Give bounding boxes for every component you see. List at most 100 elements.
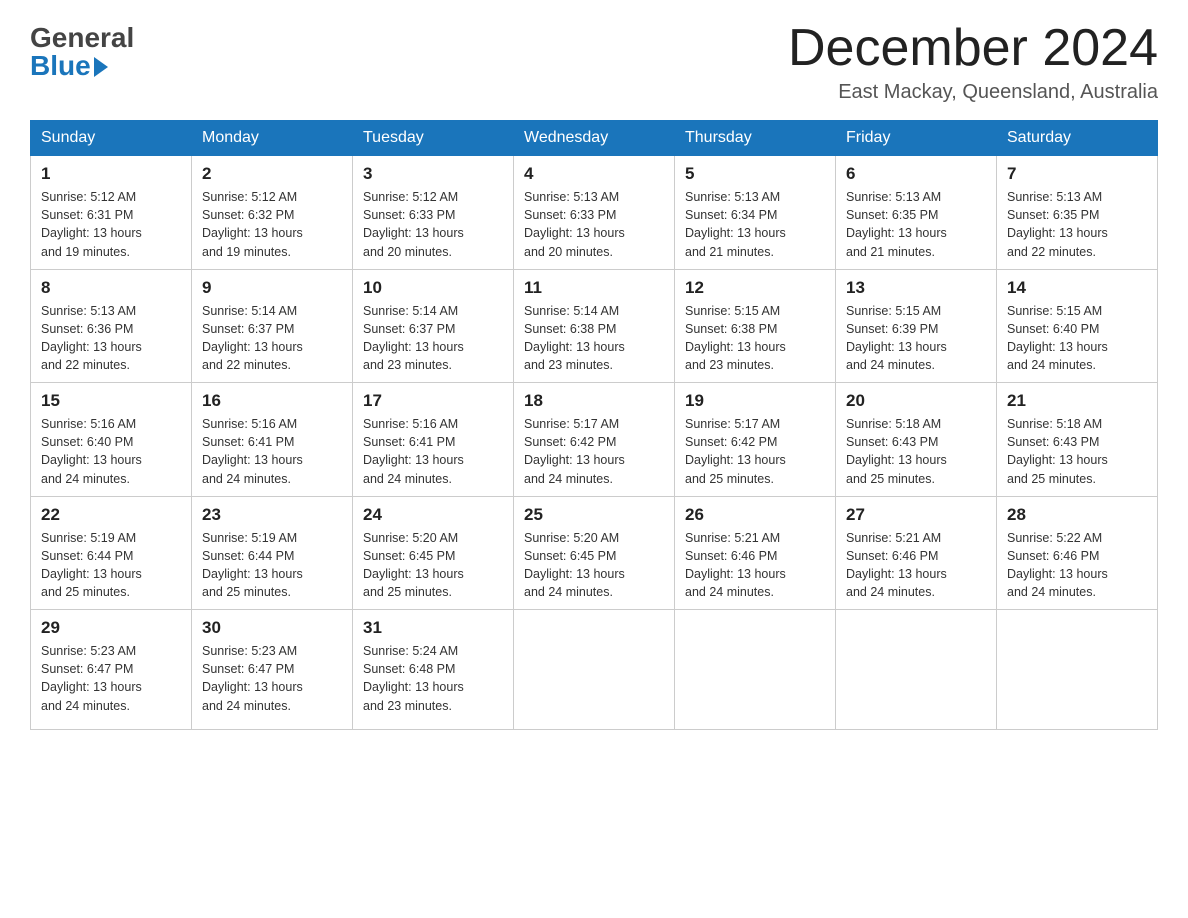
day-info: Sunrise: 5:12 AMSunset: 6:33 PMDaylight:…: [363, 190, 464, 258]
calendar-day-cell: 5 Sunrise: 5:13 AMSunset: 6:34 PMDayligh…: [675, 156, 836, 270]
day-info: Sunrise: 5:22 AMSunset: 6:46 PMDaylight:…: [1007, 531, 1108, 599]
calendar-day-cell: 10 Sunrise: 5:14 AMSunset: 6:37 PMDaylig…: [353, 269, 514, 383]
calendar-day-cell: 11 Sunrise: 5:14 AMSunset: 6:38 PMDaylig…: [514, 269, 675, 383]
empty-cell: [997, 610, 1158, 730]
day-number: 10: [363, 278, 503, 298]
calendar-day-cell: 12 Sunrise: 5:15 AMSunset: 6:38 PMDaylig…: [675, 269, 836, 383]
calendar-day-cell: 29 Sunrise: 5:23 AMSunset: 6:47 PMDaylig…: [31, 610, 192, 730]
day-info: Sunrise: 5:17 AMSunset: 6:42 PMDaylight:…: [524, 417, 625, 485]
day-info: Sunrise: 5:16 AMSunset: 6:41 PMDaylight:…: [202, 417, 303, 485]
calendar-week-row: 29 Sunrise: 5:23 AMSunset: 6:47 PMDaylig…: [31, 610, 1158, 730]
day-number: 24: [363, 505, 503, 525]
day-info: Sunrise: 5:13 AMSunset: 6:34 PMDaylight:…: [685, 190, 786, 258]
day-number: 27: [846, 505, 986, 525]
calendar-day-cell: 7 Sunrise: 5:13 AMSunset: 6:35 PMDayligh…: [997, 156, 1158, 270]
month-title: December 2024: [788, 20, 1158, 77]
empty-cell: [514, 610, 675, 730]
day-number: 2: [202, 164, 342, 184]
calendar-day-cell: 23 Sunrise: 5:19 AMSunset: 6:44 PMDaylig…: [192, 496, 353, 610]
day-number: 13: [846, 278, 986, 298]
day-info: Sunrise: 5:15 AMSunset: 6:38 PMDaylight:…: [685, 304, 786, 372]
day-number: 28: [1007, 505, 1147, 525]
calendar-day-cell: 2 Sunrise: 5:12 AMSunset: 6:32 PMDayligh…: [192, 156, 353, 270]
day-info: Sunrise: 5:20 AMSunset: 6:45 PMDaylight:…: [524, 531, 625, 599]
day-info: Sunrise: 5:15 AMSunset: 6:40 PMDaylight:…: [1007, 304, 1108, 372]
day-number: 18: [524, 391, 664, 411]
weekday-header-tuesday: Tuesday: [353, 121, 514, 156]
day-number: 14: [1007, 278, 1147, 298]
day-number: 25: [524, 505, 664, 525]
day-info: Sunrise: 5:23 AMSunset: 6:47 PMDaylight:…: [202, 644, 303, 712]
logo-blue: Blue: [30, 52, 91, 80]
weekday-header-sunday: Sunday: [31, 121, 192, 156]
calendar-day-cell: 1 Sunrise: 5:12 AMSunset: 6:31 PMDayligh…: [31, 156, 192, 270]
calendar-day-cell: 17 Sunrise: 5:16 AMSunset: 6:41 PMDaylig…: [353, 383, 514, 497]
logo-arrow-icon: [94, 57, 108, 77]
day-number: 19: [685, 391, 825, 411]
weekday-header-friday: Friday: [836, 121, 997, 156]
day-info: Sunrise: 5:18 AMSunset: 6:43 PMDaylight:…: [846, 417, 947, 485]
calendar-day-cell: 27 Sunrise: 5:21 AMSunset: 6:46 PMDaylig…: [836, 496, 997, 610]
logo-general: General: [30, 24, 134, 52]
day-number: 8: [41, 278, 181, 298]
calendar-week-row: 15 Sunrise: 5:16 AMSunset: 6:40 PMDaylig…: [31, 383, 1158, 497]
calendar-day-cell: 24 Sunrise: 5:20 AMSunset: 6:45 PMDaylig…: [353, 496, 514, 610]
empty-cell: [675, 610, 836, 730]
day-number: 21: [1007, 391, 1147, 411]
calendar-week-row: 1 Sunrise: 5:12 AMSunset: 6:31 PMDayligh…: [31, 156, 1158, 270]
day-number: 31: [363, 618, 503, 638]
day-number: 22: [41, 505, 181, 525]
day-number: 16: [202, 391, 342, 411]
weekday-header-row: SundayMondayTuesdayWednesdayThursdayFrid…: [31, 121, 1158, 156]
day-number: 11: [524, 278, 664, 298]
day-number: 7: [1007, 164, 1147, 184]
day-info: Sunrise: 5:13 AMSunset: 6:35 PMDaylight:…: [1007, 190, 1108, 258]
day-number: 12: [685, 278, 825, 298]
calendar-day-cell: 6 Sunrise: 5:13 AMSunset: 6:35 PMDayligh…: [836, 156, 997, 270]
day-number: 29: [41, 618, 181, 638]
day-info: Sunrise: 5:16 AMSunset: 6:40 PMDaylight:…: [41, 417, 142, 485]
calendar-day-cell: 30 Sunrise: 5:23 AMSunset: 6:47 PMDaylig…: [192, 610, 353, 730]
day-info: Sunrise: 5:23 AMSunset: 6:47 PMDaylight:…: [41, 644, 142, 712]
calendar-day-cell: 16 Sunrise: 5:16 AMSunset: 6:41 PMDaylig…: [192, 383, 353, 497]
day-info: Sunrise: 5:21 AMSunset: 6:46 PMDaylight:…: [846, 531, 947, 599]
weekday-header-saturday: Saturday: [997, 121, 1158, 156]
calendar-day-cell: 14 Sunrise: 5:15 AMSunset: 6:40 PMDaylig…: [997, 269, 1158, 383]
day-info: Sunrise: 5:14 AMSunset: 6:37 PMDaylight:…: [363, 304, 464, 372]
day-number: 3: [363, 164, 503, 184]
day-info: Sunrise: 5:13 AMSunset: 6:33 PMDaylight:…: [524, 190, 625, 258]
calendar-day-cell: 4 Sunrise: 5:13 AMSunset: 6:33 PMDayligh…: [514, 156, 675, 270]
weekday-header-wednesday: Wednesday: [514, 121, 675, 156]
calendar-day-cell: 20 Sunrise: 5:18 AMSunset: 6:43 PMDaylig…: [836, 383, 997, 497]
day-info: Sunrise: 5:20 AMSunset: 6:45 PMDaylight:…: [363, 531, 464, 599]
day-number: 9: [202, 278, 342, 298]
day-number: 20: [846, 391, 986, 411]
weekday-header-thursday: Thursday: [675, 121, 836, 156]
day-info: Sunrise: 5:13 AMSunset: 6:35 PMDaylight:…: [846, 190, 947, 258]
weekday-header-monday: Monday: [192, 121, 353, 156]
day-number: 5: [685, 164, 825, 184]
calendar-day-cell: 15 Sunrise: 5:16 AMSunset: 6:40 PMDaylig…: [31, 383, 192, 497]
calendar-day-cell: 3 Sunrise: 5:12 AMSunset: 6:33 PMDayligh…: [353, 156, 514, 270]
calendar-table: SundayMondayTuesdayWednesdayThursdayFrid…: [30, 120, 1158, 730]
title-block: December 2024 East Mackay, Queensland, A…: [788, 20, 1158, 104]
page-header: General Blue December 2024 East Mackay, …: [30, 20, 1158, 104]
day-number: 17: [363, 391, 503, 411]
day-info: Sunrise: 5:16 AMSunset: 6:41 PMDaylight:…: [363, 417, 464, 485]
day-number: 15: [41, 391, 181, 411]
calendar-day-cell: 28 Sunrise: 5:22 AMSunset: 6:46 PMDaylig…: [997, 496, 1158, 610]
day-info: Sunrise: 5:15 AMSunset: 6:39 PMDaylight:…: [846, 304, 947, 372]
calendar-day-cell: 22 Sunrise: 5:19 AMSunset: 6:44 PMDaylig…: [31, 496, 192, 610]
calendar-day-cell: 19 Sunrise: 5:17 AMSunset: 6:42 PMDaylig…: [675, 383, 836, 497]
day-info: Sunrise: 5:19 AMSunset: 6:44 PMDaylight:…: [202, 531, 303, 599]
day-info: Sunrise: 5:24 AMSunset: 6:48 PMDaylight:…: [363, 644, 464, 712]
day-number: 1: [41, 164, 181, 184]
location-subtitle: East Mackay, Queensland, Australia: [788, 81, 1158, 104]
day-info: Sunrise: 5:12 AMSunset: 6:31 PMDaylight:…: [41, 190, 142, 258]
day-info: Sunrise: 5:12 AMSunset: 6:32 PMDaylight:…: [202, 190, 303, 258]
empty-cell: [836, 610, 997, 730]
day-info: Sunrise: 5:18 AMSunset: 6:43 PMDaylight:…: [1007, 417, 1108, 485]
day-info: Sunrise: 5:21 AMSunset: 6:46 PMDaylight:…: [685, 531, 786, 599]
logo: General Blue: [30, 20, 134, 80]
calendar-day-cell: 8 Sunrise: 5:13 AMSunset: 6:36 PMDayligh…: [31, 269, 192, 383]
